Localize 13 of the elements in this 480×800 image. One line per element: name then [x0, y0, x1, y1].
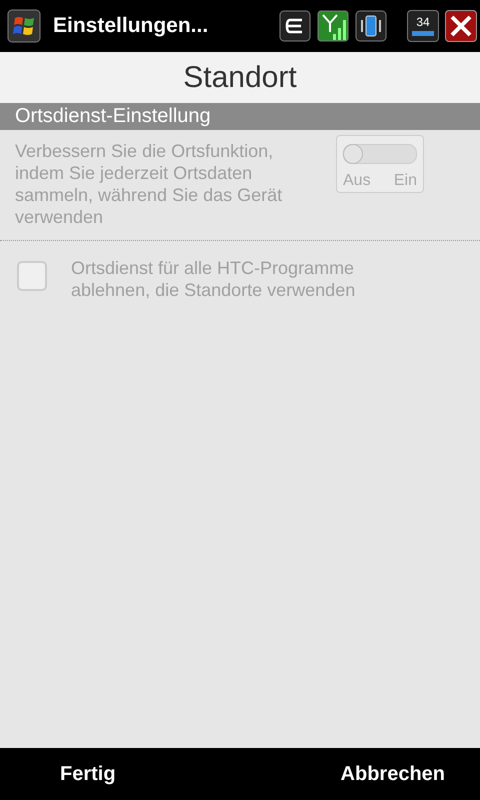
connection-icon[interactable]	[279, 10, 311, 42]
section-header: Ortsdienst-Einstellung	[0, 103, 480, 130]
close-button[interactable]	[445, 10, 477, 42]
window-title: Einstellungen...	[53, 14, 208, 38]
page-title: Standort	[0, 52, 480, 103]
option-description: Verbessern Sie die Ortsfunktion, indem Sie jederzeit Ortsdaten sammeln, während Sie das Gerät verwenden	[15, 140, 284, 228]
signal-icon[interactable]	[317, 10, 349, 42]
start-icon[interactable]	[7, 9, 41, 43]
checkbox-label: Ortsdienst für alle HTC-Programme ablehnen, die Standorte verwenden	[71, 257, 356, 301]
done-button[interactable]: Fertig	[60, 758, 116, 790]
vibrate-icon[interactable]	[355, 10, 387, 42]
battery-indicator[interactable]: 34	[407, 10, 439, 42]
cancel-button[interactable]: Abbrechen	[340, 758, 445, 790]
